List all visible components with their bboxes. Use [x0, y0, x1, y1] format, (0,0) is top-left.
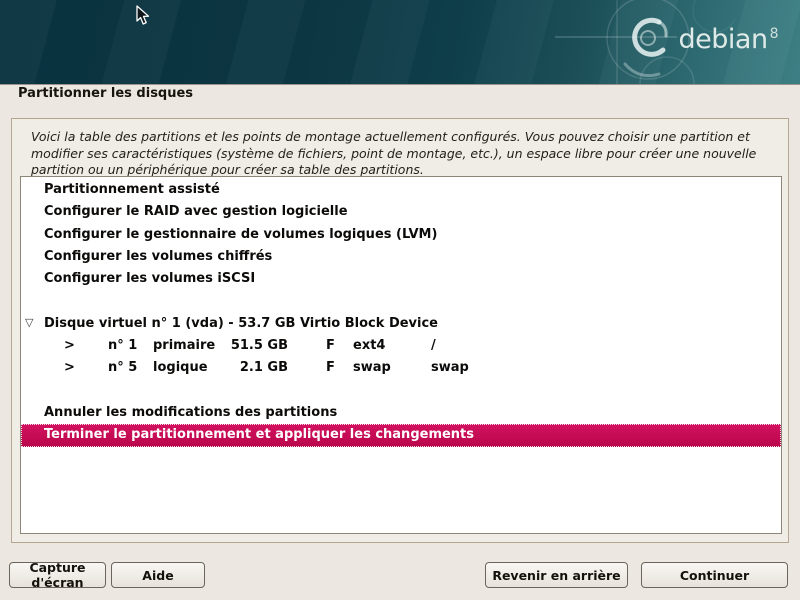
- main-frame: Voici la table des partitions et les poi…: [11, 118, 789, 543]
- list-item-label: Configurer le RAID avec gestion logiciel…: [44, 204, 348, 219]
- expander-open-icon[interactable]: ▽: [25, 316, 33, 329]
- partition-flag: F: [326, 360, 335, 375]
- continue-button[interactable]: Continuer: [641, 562, 788, 588]
- debian-logo-text: debian8: [679, 26, 778, 53]
- partition-marker: >: [64, 360, 75, 375]
- partition-marker: >: [64, 338, 75, 353]
- list-item-label: Terminer le partitionnement et appliquer…: [44, 427, 474, 442]
- list-item-selected[interactable]: Terminer le partitionnement et appliquer…: [21, 424, 781, 446]
- instruction-text: Voici la table des partitions et les poi…: [31, 129, 771, 179]
- partition-filesystem: ext4: [353, 338, 385, 353]
- partition-size: 2.1 GB: [191, 360, 288, 375]
- partition-flag: F: [326, 338, 335, 353]
- list-item-label: Configurer les volumes iSCSI: [44, 271, 255, 286]
- partition-number: n° 1: [108, 338, 137, 353]
- mouse-cursor-icon: [136, 5, 150, 26]
- screenshot-button[interactable]: Capture d'écran: [9, 562, 106, 588]
- list-item-label: Configurer le gestionnaire de volumes lo…: [44, 227, 437, 242]
- partition-number: n° 5: [108, 360, 137, 375]
- back-button[interactable]: Revenir en arrière: [485, 562, 628, 588]
- device-row[interactable]: ▽ Disque virtuel n° 1 (vda) - 53.7 GB Vir…: [21, 313, 781, 335]
- list-item-label: Partitionnement assisté: [44, 182, 220, 197]
- list-item[interactable]: Configurer le gestionnaire de volumes lo…: [21, 224, 781, 246]
- partition-size: 51.5 GB: [191, 338, 288, 353]
- list-item[interactable]: Configurer le RAID avec gestion logiciel…: [21, 201, 781, 223]
- partition-listbox[interactable]: Partitionnement assisté Configurer le RAI…: [20, 176, 782, 534]
- list-item-label: Configurer les volumes chiffrés: [44, 249, 272, 264]
- list-item[interactable]: Partitionnement assisté: [21, 179, 781, 201]
- list-item[interactable]: Configurer les volumes chiffrés: [21, 246, 781, 268]
- partition-row[interactable]: >n° 1primaire51.5 GBFext4/: [21, 335, 781, 357]
- partition-row[interactable]: >n° 5logique2.1 GBFswapswap: [21, 357, 781, 379]
- partition-mountpoint: swap: [431, 360, 469, 375]
- blank-row: [21, 380, 781, 402]
- header-banner: debian8: [0, 0, 800, 85]
- list-item[interactable]: Configurer les volumes iSCSI: [21, 268, 781, 290]
- help-button[interactable]: Aide: [111, 562, 205, 588]
- list-item-label: Annuler les modifications des partitions: [44, 405, 337, 420]
- partition-filesystem: swap: [353, 360, 391, 375]
- partition-mountpoint: /: [431, 338, 436, 353]
- list-item[interactable]: Annuler les modifications des partitions: [21, 402, 781, 424]
- blank-row: [21, 290, 781, 312]
- debian-version: 8: [770, 26, 778, 42]
- device-label: Disque virtuel n° 1 (vda) - 53.7 GB Virt…: [44, 316, 438, 331]
- page-title: Partitionner les disques: [18, 86, 193, 101]
